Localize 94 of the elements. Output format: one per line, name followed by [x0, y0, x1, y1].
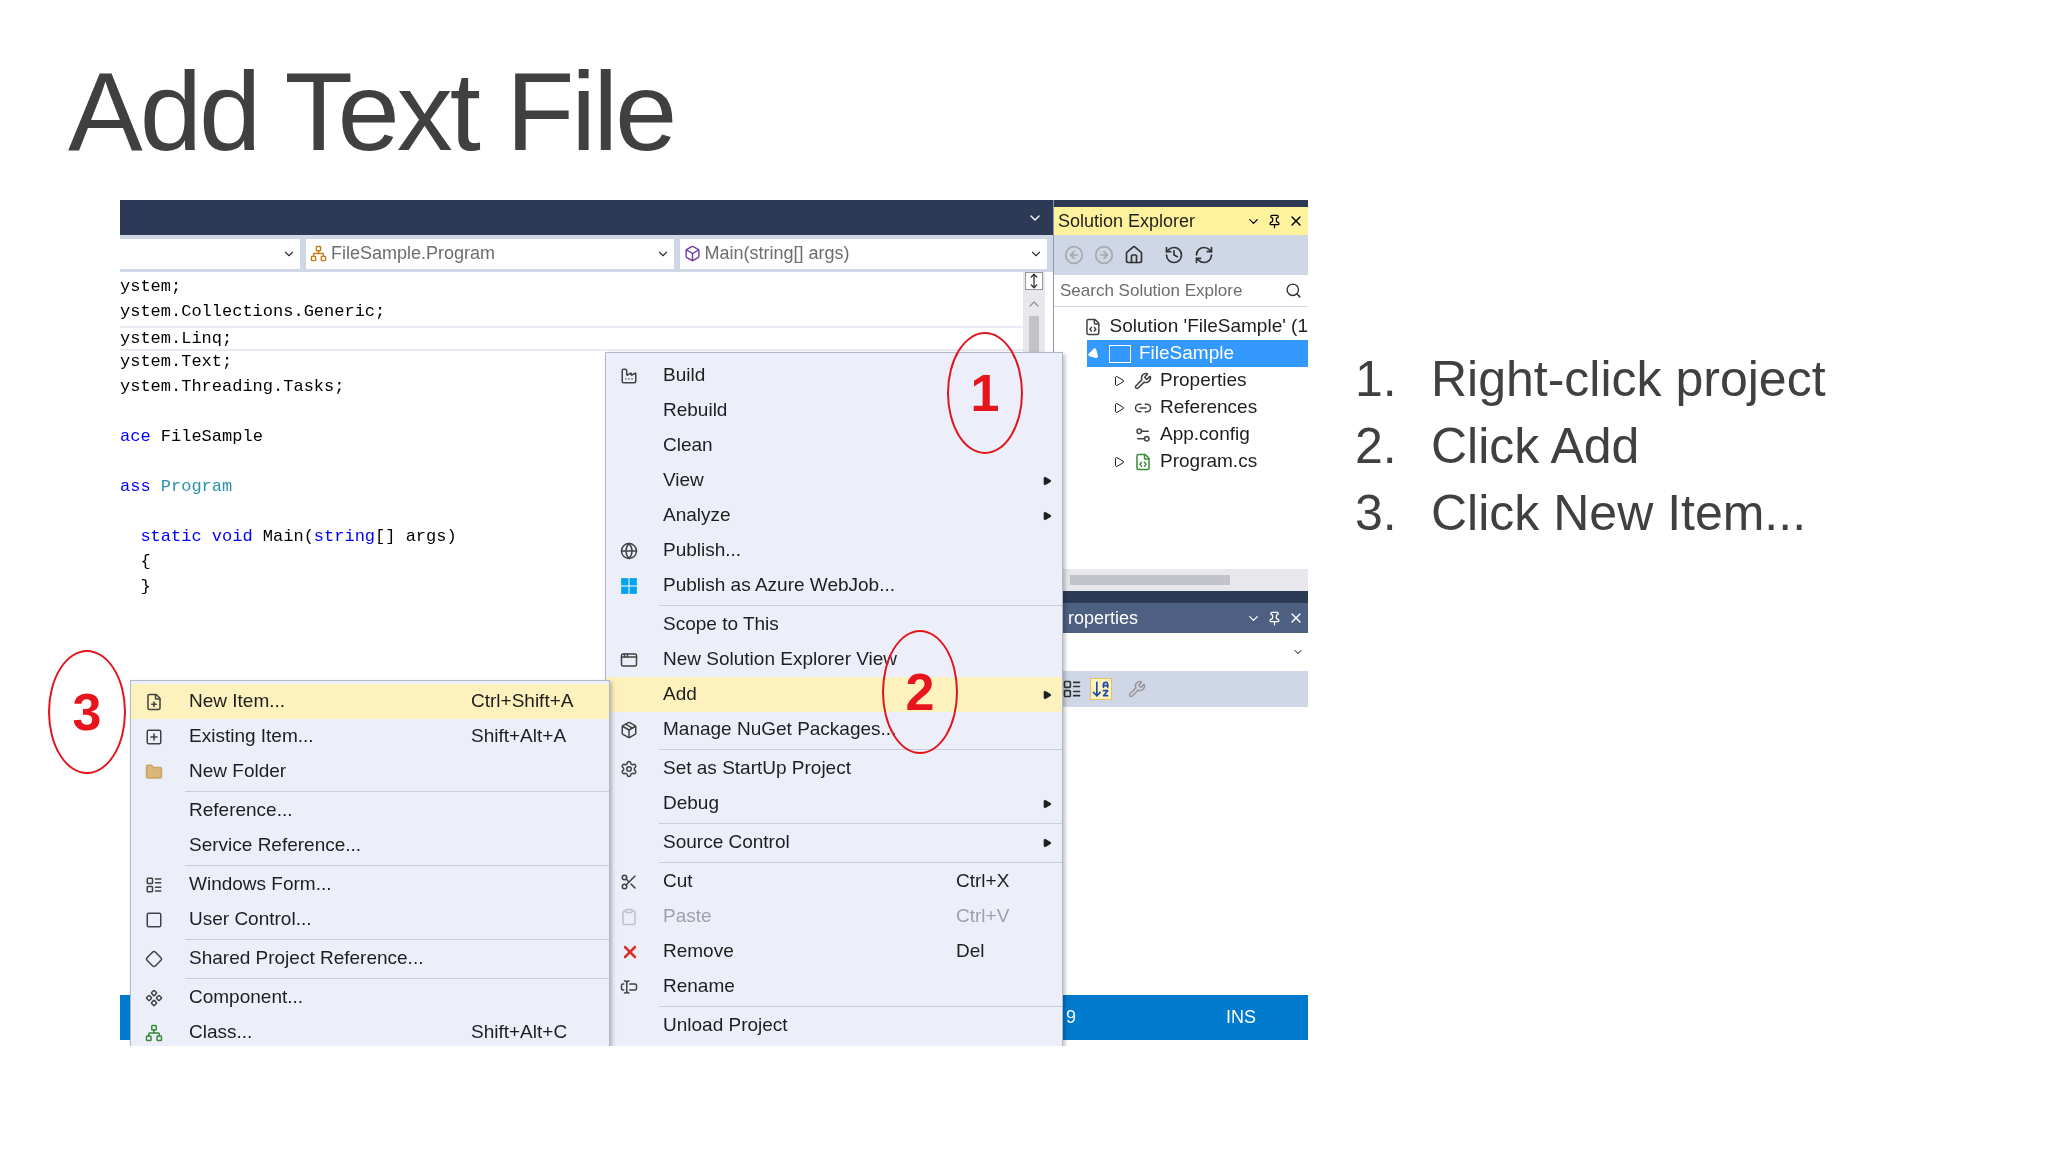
code-line: }	[139, 576, 151, 597]
categorized-icon[interactable]	[1062, 679, 1082, 699]
menu-item[interactable]: Remove	[606, 934, 740, 969]
panel-title: roperties	[1068, 606, 1140, 630]
tree-item[interactable]: Properties	[1112, 367, 1308, 394]
pin-icon[interactable]	[1267, 610, 1282, 626]
code-line: ace FileSample	[120, 426, 263, 447]
menu-item[interactable]: User Control...	[131, 902, 318, 937]
search-icon[interactable]	[1285, 282, 1302, 299]
folder-icon	[145, 762, 163, 781]
panel-title: Solution Explorer	[1058, 209, 1197, 233]
split-icon[interactable]	[1025, 272, 1043, 290]
step-number: 2.	[1355, 422, 1398, 471]
refresh-icon[interactable]	[1194, 245, 1214, 265]
menu-item[interactable]: Service Reference...	[131, 828, 368, 863]
code-line: ystem.Threading.Tasks;	[120, 376, 345, 397]
clipboard-icon	[620, 907, 638, 926]
shortcut-text: Del	[956, 939, 985, 964]
menu-item[interactable]: Rebuild	[606, 393, 734, 428]
config-icon	[1134, 425, 1152, 444]
package-icon	[620, 720, 638, 739]
collapsed-arrow-icon[interactable]	[1113, 401, 1125, 414]
scissors-icon	[620, 872, 638, 891]
step-text: Click Add	[1431, 422, 1640, 471]
globe-icon	[620, 541, 638, 560]
menu-item[interactable]: Debug	[606, 786, 725, 821]
wrench-icon	[1134, 371, 1152, 390]
numbered-callout: 1	[947, 332, 1023, 454]
collapsed-arrow-icon[interactable]	[1113, 374, 1125, 387]
menu-item[interactable]: Scope to This	[606, 607, 785, 642]
menu-item[interactable]: Class...	[131, 1015, 259, 1046]
menu-item[interactable]: Set as StartUp Project	[606, 751, 857, 786]
code-line: {	[139, 551, 151, 572]
column-number: 9	[1066, 1006, 1077, 1029]
window-icon	[620, 650, 638, 669]
form-icon	[145, 875, 163, 894]
class-icon	[145, 1023, 163, 1042]
insert-mode: INS	[1226, 1006, 1256, 1029]
shortcut-text: Ctrl+V	[956, 904, 1010, 929]
four-squares-icon	[620, 576, 638, 595]
csharp-file-icon	[1134, 452, 1152, 471]
home-icon[interactable]	[1124, 245, 1144, 265]
sort-az-icon[interactable]	[1090, 678, 1112, 700]
step-number: 1.	[1355, 355, 1398, 404]
menu-item[interactable]: Rename	[606, 969, 741, 1004]
menu-item[interactable]: Analyze	[606, 498, 737, 533]
factory-icon	[620, 366, 638, 385]
gear-icon	[620, 759, 638, 778]
tree-item[interactable]: Program.cs	[1112, 448, 1308, 475]
shortcut-text: Shift+Alt+C	[471, 1020, 568, 1045]
history-icon[interactable]	[1164, 245, 1184, 265]
menu-item[interactable]: Windows Form...	[131, 867, 338, 902]
menu-item[interactable]: Clean	[606, 428, 719, 463]
pin-icon[interactable]	[1267, 213, 1282, 229]
code-line: ystem.Text;	[120, 351, 233, 372]
code-line: ystem.Linq;	[120, 328, 233, 349]
menu-item[interactable]: Cut	[606, 864, 699, 899]
file-plus-icon	[145, 692, 163, 711]
menu-item[interactable]: Unload Project	[606, 1008, 794, 1043]
code-line: static void Main(string[] args)	[139, 526, 457, 547]
menu-item[interactable]: Build	[606, 358, 712, 393]
menu-item[interactable]: New Folder	[131, 754, 293, 789]
shortcut-text: Ctrl+Shift+A	[471, 689, 574, 714]
shortcut-text: Shift+Alt+A	[471, 724, 567, 749]
menu-item[interactable]: Publish as Azure WebJob...	[606, 568, 901, 603]
navigation-dropdown[interactable]: FileSample.Program	[306, 238, 674, 269]
navigation-dropdown[interactable]: Main(string[] args)	[679, 238, 1047, 269]
code-line: ass Program	[120, 476, 233, 497]
code-line: ystem.Collections.Generic;	[120, 301, 386, 322]
menu-item[interactable]: Component...	[131, 980, 310, 1015]
tree-item[interactable]: App.config	[1112, 421, 1308, 448]
collapsed-arrow-icon[interactable]	[1113, 455, 1125, 468]
square-icon	[145, 910, 163, 929]
slide-title: Add Text File	[68, 56, 675, 168]
component-icon	[145, 988, 163, 1007]
menu-item[interactable]: Reference...	[131, 793, 299, 828]
step-number: 3.	[1355, 489, 1398, 538]
step-text: Right-click project	[1431, 355, 1826, 404]
menu-item[interactable]: Source Control	[606, 825, 796, 860]
tree-item[interactable]: Solution 'FileSample' (1	[1062, 313, 1308, 340]
menu-item[interactable]: Shared Project Reference...	[131, 941, 430, 976]
step-text: Click New Item...	[1431, 489, 1807, 538]
square-plus-icon	[145, 727, 163, 746]
menu-item[interactable]: Publish...	[606, 533, 748, 568]
cube-icon	[683, 245, 701, 262]
tree-item[interactable]: References	[1112, 394, 1308, 421]
rename-icon	[620, 977, 638, 996]
menu-item[interactable]: View	[606, 463, 710, 498]
shortcut-text: Ctrl+X	[956, 869, 1010, 894]
menu-item[interactable]: Existing Item...	[131, 719, 320, 754]
diamond-icon	[145, 949, 163, 968]
numbered-callout: 3	[48, 650, 126, 774]
class-icon	[310, 245, 327, 262]
code-line: ystem;	[120, 276, 182, 297]
